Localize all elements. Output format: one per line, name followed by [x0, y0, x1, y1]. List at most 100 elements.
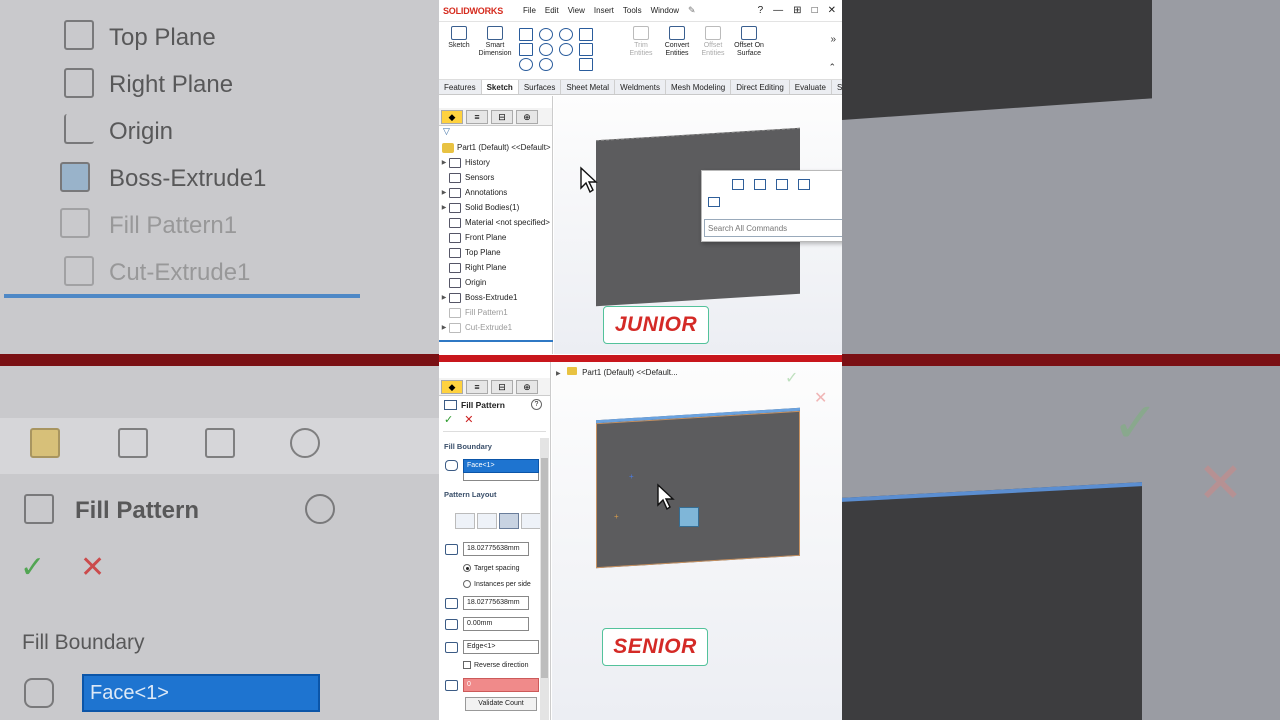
tab-more[interactable]: SO...	[832, 80, 842, 94]
ellipse-icon[interactable]	[559, 43, 573, 56]
trim-entities-button[interactable]: Trim Entities	[623, 26, 659, 58]
expand-arrow-icon[interactable]: ▶	[439, 189, 449, 196]
confirm-corner-ok-icon[interactable]: ✓	[785, 368, 798, 388]
tab-sketch[interactable]: Sketch	[481, 80, 519, 94]
rectangle-icon[interactable]	[519, 43, 533, 56]
extrude-icon[interactable]	[732, 179, 744, 190]
tab-weldments[interactable]: Weldments	[615, 80, 666, 94]
maximize-icon[interactable]: □	[812, 5, 818, 16]
dimxpert-tab-icon[interactable]: ⊕	[516, 110, 538, 124]
tree-item[interactable]: Origin	[439, 275, 552, 290]
spacing-field-2[interactable]: 18.02775638mm	[463, 596, 529, 610]
text-icon[interactable]	[579, 43, 593, 56]
menu-window[interactable]: Window	[651, 6, 679, 15]
square-layout-button[interactable]	[499, 513, 519, 529]
offset-entities-button[interactable]: Offset Entities	[695, 26, 731, 58]
tree-item[interactable]: Top Plane	[439, 245, 552, 260]
smart-dimension-button[interactable]: Smart Dimension	[477, 26, 513, 58]
view-orientation-icon[interactable]	[776, 179, 788, 190]
cancel-icon[interactable]: ✕	[464, 414, 473, 426]
minimize-icon[interactable]: —	[773, 5, 783, 16]
box-face-selected[interactable]	[596, 407, 800, 569]
tree-item[interactable]: Right Plane	[439, 260, 552, 275]
pin-icon[interactable]: ✎	[688, 5, 696, 16]
tree-item[interactable]: Front Plane	[439, 230, 552, 245]
sketch-button[interactable]: Sketch	[441, 26, 477, 50]
direction-edge-field[interactable]: Edge<1>	[463, 640, 539, 654]
circular-layout-button[interactable]	[477, 513, 497, 529]
polygon-icon[interactable]	[539, 58, 553, 71]
line-icon[interactable]	[519, 28, 533, 41]
instance-count-field[interactable]: 0	[463, 678, 539, 692]
menu-insert[interactable]: Insert	[594, 6, 614, 15]
circle-icon[interactable]	[539, 28, 553, 41]
breadcrumb[interactable]: ▶ Part1 (Default) <<Default...	[556, 367, 678, 377]
sketch-fillet-icon[interactable]	[579, 28, 593, 41]
measure-icon[interactable]	[708, 197, 720, 207]
property-manager-tab-icon[interactable]: ≡	[466, 380, 488, 394]
tree-item[interactable]: ▶ Boss-Extrude1	[439, 290, 552, 305]
tab-surfaces[interactable]: Surfaces	[519, 80, 562, 94]
collapse-chevron-icon[interactable]: ⌃	[828, 62, 836, 73]
cut-icon[interactable]	[754, 179, 766, 190]
tab-direct-editing[interactable]: Direct Editing	[731, 80, 790, 94]
feature-manager-tab-icon[interactable]: ◆	[441, 380, 463, 394]
pattern-icon[interactable]	[798, 179, 810, 190]
radio-unselected[interactable]	[463, 580, 471, 588]
graphics-area[interactable]: ▶ Part1 (Default) <<Default... ✓ ✕ + + S…	[552, 362, 842, 720]
property-manager-tab-icon[interactable]: ≡	[466, 110, 488, 124]
margin-field[interactable]: 0.00mm	[463, 617, 529, 631]
pm-scroll-thumb[interactable]	[541, 458, 548, 678]
tree-item[interactable]: ▶ Solid Bodies(1)	[439, 200, 552, 215]
menu-tools[interactable]: Tools	[623, 6, 642, 15]
tree-item[interactable]: Fill Pattern1	[439, 305, 552, 320]
tree-item[interactable]: Material <not specified>	[439, 215, 552, 230]
fill-boundary-list[interactable]	[463, 473, 539, 481]
target-spacing-option[interactable]: Target spacing	[463, 564, 520, 572]
pm-scrollbar[interactable]	[540, 438, 549, 720]
tab-evaluate[interactable]: Evaluate	[790, 80, 832, 94]
menu-view[interactable]: View	[568, 6, 585, 15]
expand-chevron-icon[interactable]: »	[830, 34, 836, 45]
expand-arrow-icon[interactable]: ▶	[439, 159, 449, 166]
fill-boundary-field[interactable]: Face<1>	[463, 459, 539, 473]
tree-root[interactable]: Part1 (Default) <<Default>	[439, 140, 552, 155]
tree-item[interactable]: ▶ History	[439, 155, 552, 170]
layout-icon[interactable]: ⊞	[793, 5, 801, 16]
spacing-field-1[interactable]: 18.02775638mm	[463, 542, 529, 556]
menu-file[interactable]: File	[523, 6, 536, 15]
dimxpert-tab-icon[interactable]: ⊕	[516, 380, 538, 394]
configuration-manager-tab-icon[interactable]: ⊟	[491, 110, 513, 124]
close-icon[interactable]: ✕	[828, 5, 836, 16]
point-icon[interactable]	[579, 58, 593, 71]
ok-icon[interactable]: ✓	[444, 414, 453, 426]
tab-features[interactable]: Features	[439, 80, 482, 94]
tree-item[interactable]: ▶ Annotations	[439, 185, 552, 200]
tab-sheet-metal[interactable]: Sheet Metal	[561, 80, 616, 94]
expand-arrow-icon[interactable]: ▶	[439, 204, 449, 211]
arc-icon[interactable]	[539, 43, 553, 56]
help-icon[interactable]: ?	[531, 399, 542, 410]
expand-arrow-icon[interactable]: ▶	[439, 324, 449, 331]
checkbox[interactable]	[463, 661, 471, 669]
instances-per-side-option[interactable]: Instances per side	[463, 580, 531, 588]
feature-manager-tab-icon[interactable]: ◆	[441, 110, 463, 124]
tab-mesh-modeling[interactable]: Mesh Modeling	[666, 80, 732, 94]
tree-item[interactable]: Sensors	[439, 170, 552, 185]
perforation-layout-button[interactable]	[455, 513, 475, 529]
configuration-manager-tab-icon[interactable]: ⊟	[491, 380, 513, 394]
tree-item[interactable]: ▶ Cut-Extrude1	[439, 320, 552, 335]
reverse-direction-option[interactable]: Reverse direction	[463, 661, 528, 669]
polygon-layout-button[interactable]	[521, 513, 541, 529]
slot-icon[interactable]	[519, 58, 533, 71]
offset-on-surface-button[interactable]: Offset On Surface	[731, 26, 767, 58]
radio-selected[interactable]	[463, 564, 471, 572]
search-commands-input[interactable]: Search All Commands ⌕	[704, 219, 842, 237]
graphics-area[interactable]: Search All Commands ⌕ JUNIOR	[554, 96, 842, 354]
validate-count-button[interactable]: Validate Count	[465, 697, 537, 711]
help-icon[interactable]: ?	[758, 5, 764, 16]
filter-icon[interactable]: ▽	[439, 126, 552, 140]
confirm-corner-cancel-icon[interactable]: ✕	[814, 388, 827, 408]
expand-arrow-icon[interactable]: ▶	[556, 371, 561, 377]
spline-icon[interactable]	[559, 28, 573, 41]
